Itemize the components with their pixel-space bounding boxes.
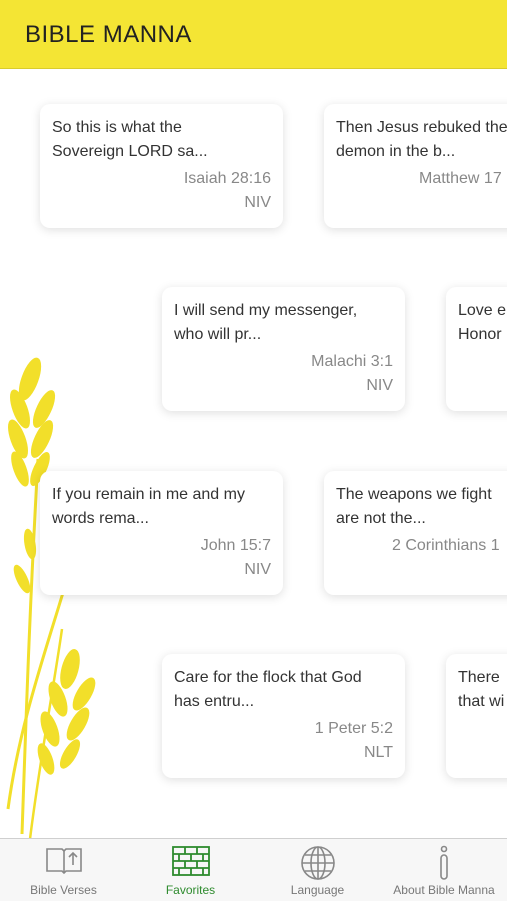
verse-card[interactable]: So this is what the Sovereign LORD sa...… — [40, 104, 283, 228]
verse-reference: John 15:7 — [200, 537, 271, 554]
verse-text: Then Jesus rebuked the demon in the b... — [336, 119, 507, 160]
tab-label: Bible Verses — [30, 883, 97, 897]
verse-text: Care for the flock that God has entru... — [174, 669, 362, 710]
tab-about[interactable]: About Bible Manna — [381, 839, 507, 901]
verse-card[interactable]: There that wi — [446, 654, 507, 778]
verse-card[interactable]: Then Jesus rebuked the demon in the b...… — [324, 104, 507, 228]
verse-text: I will send my messenger, who will pr... — [174, 302, 358, 343]
verse-text: If you remain in me and my words rema... — [52, 486, 245, 527]
verse-list[interactable]: So this is what the Sovereign LORD sa...… — [0, 69, 507, 839]
tab-label: Favorites — [165, 883, 216, 897]
verse-card[interactable]: The weapons we fight are not the... 2 Co… — [324, 471, 507, 595]
verse-reference: 2 Corinthians 1 — [392, 537, 500, 554]
verse-version: NIV — [366, 377, 393, 394]
globe-icon — [300, 846, 335, 880]
tab-language[interactable]: Language — [254, 839, 381, 901]
verse-version: NLT — [363, 744, 393, 761]
verse-reference: Matthew 17 — [419, 170, 502, 187]
book-icon — [45, 848, 82, 875]
verse-card[interactable]: If you remain in me and my words rema...… — [40, 471, 283, 595]
tab-label: Language — [290, 883, 345, 897]
tab-label: About Bible Manna — [393, 883, 495, 897]
tab-favorites[interactable]: Favorites — [127, 839, 254, 901]
verse-card[interactable]: I will send my messenger, who will pr...… — [162, 287, 405, 411]
app-header: BIBLE MANNA — [0, 0, 507, 69]
tab-bible-verses[interactable]: Bible Verses — [0, 839, 127, 901]
verse-reference: Malachi 3:1 — [311, 353, 393, 370]
verse-card[interactable]: Care for the flock that God has entru...… — [162, 654, 405, 778]
brick-wall-icon — [171, 846, 210, 876]
verse-reference: Isaiah 28:16 — [183, 170, 271, 187]
info-icon — [440, 845, 448, 880]
verse-version: NIV — [244, 561, 271, 578]
verse-text: Love e Honor — [458, 302, 507, 343]
verse-text: So this is what the Sovereign LORD sa... — [52, 119, 208, 160]
app-title: BIBLE MANNA — [25, 21, 192, 48]
verse-version: NIV — [244, 194, 271, 211]
verse-reference: 1 Peter 5:2 — [314, 720, 393, 737]
verse-card[interactable]: Love e Honor — [446, 287, 507, 411]
verse-text: The weapons we fight are not the... — [336, 486, 492, 527]
verse-text: There that wi — [458, 669, 505, 710]
tab-bar: Bible Verses Favorites Language About Bi… — [0, 838, 507, 901]
